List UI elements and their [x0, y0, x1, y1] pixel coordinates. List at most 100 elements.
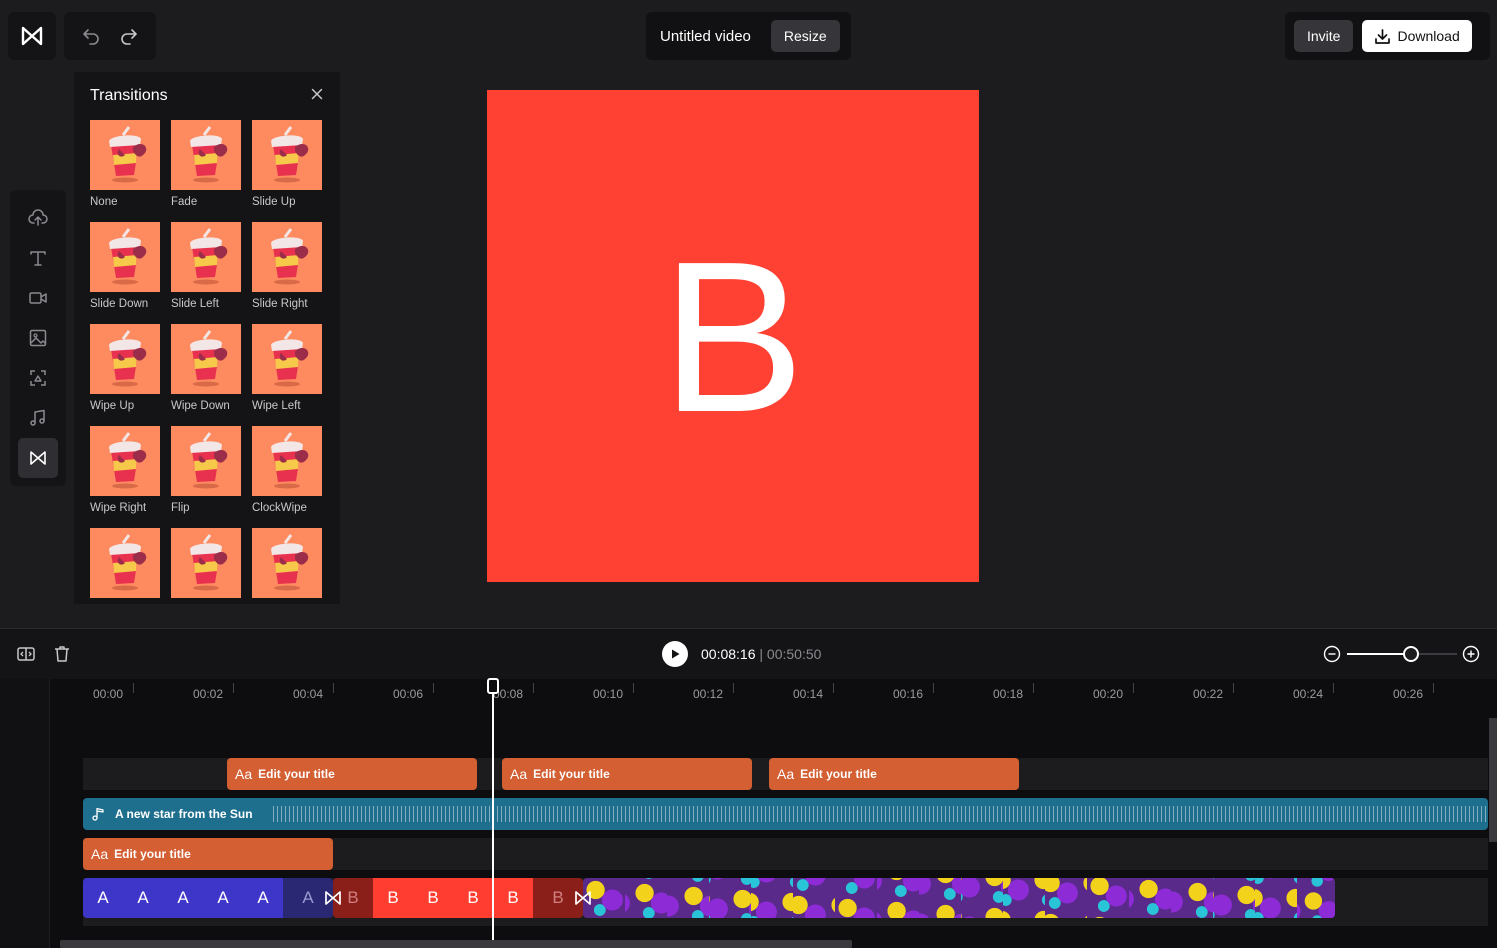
- transition-label: Slide Down: [90, 298, 149, 310]
- transition-tile[interactable]: Flip: [171, 426, 241, 528]
- zoom-slider-handle[interactable]: [1402, 646, 1419, 662]
- audio-clip[interactable]: A new star from the Sun: [83, 798, 1488, 830]
- transition-label: Slide Right: [252, 298, 308, 310]
- transition-marker[interactable]: [573, 878, 593, 918]
- transition-icon: [325, 891, 341, 905]
- transition-tile[interactable]: Fade: [171, 120, 241, 222]
- elements-icon: [30, 370, 46, 386]
- transition-label: None: [90, 196, 118, 208]
- project-title[interactable]: Untitled video: [660, 28, 751, 45]
- clip-frame: B: [493, 878, 533, 918]
- tool-text[interactable]: [18, 238, 58, 278]
- clip-frame: [919, 878, 961, 918]
- transitions-icon: [30, 451, 46, 465]
- trash-icon: [55, 646, 69, 662]
- zoom-in-icon: [1462, 645, 1480, 663]
- title-clip[interactable]: Aa Edit your title: [227, 758, 477, 790]
- transition-label: Wipe Up: [90, 400, 135, 412]
- invite-button[interactable]: Invite: [1294, 20, 1354, 52]
- ruler-label: 00:18: [993, 687, 1024, 701]
- title-clip[interactable]: Aa Edit your title: [769, 758, 1019, 790]
- timeline-horizontal-scrollbar[interactable]: [60, 940, 852, 948]
- ruler-tick: [933, 683, 934, 693]
- ruler-label: 00:14: [793, 687, 824, 701]
- transition-thumbnail: [90, 324, 160, 394]
- play-button[interactable]: [662, 641, 688, 667]
- transition-thumbnail: [171, 222, 241, 292]
- timeline-vertical-scrollbar[interactable]: [1489, 718, 1497, 842]
- transition-label: Slide Left: [171, 298, 219, 310]
- transition-thumbnail: [171, 528, 241, 598]
- resize-button[interactable]: Resize: [770, 20, 840, 52]
- video-clip-balls[interactable]: [583, 878, 1335, 918]
- ruler-label: 00:02: [193, 687, 224, 701]
- transition-tile[interactable]: Wipe Up: [90, 324, 160, 426]
- video-canvas[interactable]: B: [487, 90, 979, 582]
- tool-image[interactable]: [18, 318, 58, 358]
- title-clip[interactable]: Aa Edit your title: [83, 838, 333, 870]
- transition-tile[interactable]: None: [90, 120, 160, 222]
- clip-frame: [1171, 878, 1213, 918]
- close-panel-button[interactable]: [310, 87, 324, 106]
- undo-button[interactable]: [75, 20, 107, 52]
- tool-music[interactable]: [18, 398, 58, 438]
- time-ruler[interactable]: 00:00 00:02 00:04 00:06 00:08 00:10 00:12 00:14…: [83, 679, 1497, 709]
- transition-tile[interactable]: Wipe Left: [252, 324, 322, 426]
- app-logo-button[interactable]: [8, 12, 56, 60]
- transition-label: Slide Up: [252, 196, 296, 208]
- clip-frame: [877, 878, 919, 918]
- split-button[interactable]: [16, 644, 36, 669]
- video-clip-a[interactable]: A A A A A A: [83, 878, 333, 918]
- zoom-out-button[interactable]: [1323, 645, 1341, 668]
- timeline-gutter: [0, 679, 50, 948]
- total-duration: 00:50:50: [766, 646, 822, 662]
- split-icon: [17, 647, 35, 661]
- text-icon: [30, 251, 46, 266]
- playhead-line: [492, 679, 494, 948]
- transition-tile[interactable]: Slide Up: [252, 120, 322, 222]
- transition-tile[interactable]: Slide Left: [171, 222, 241, 324]
- tool-upload[interactable]: [18, 198, 58, 238]
- transition-icon: [575, 891, 591, 905]
- clip-frame: [1003, 878, 1045, 918]
- clip-frame: B: [453, 878, 493, 918]
- clip-frame: [1297, 878, 1335, 918]
- transition-thumbnail: [90, 222, 160, 292]
- download-icon: [1375, 28, 1391, 44]
- transition-tile[interactable]: ClockWipe: [252, 426, 322, 528]
- download-button[interactable]: Download: [1362, 20, 1472, 52]
- transition-tile[interactable]: Wipe Right: [90, 426, 160, 528]
- transition-tile[interactable]: Rectangle: [252, 528, 322, 604]
- canvas-text[interactable]: B: [661, 229, 804, 444]
- transition-tile[interactable]: Wipe Down: [171, 324, 241, 426]
- title-clip[interactable]: Aa Edit your title: [502, 758, 752, 790]
- transition-tile[interactable]: Slide Right: [252, 222, 322, 324]
- redo-button[interactable]: [113, 20, 145, 52]
- transition-thumbnail: [252, 120, 322, 190]
- clip-frame: [793, 878, 835, 918]
- tool-elements[interactable]: [18, 358, 58, 398]
- time-display: 00:08:16 | 00:50:50: [701, 646, 821, 662]
- delete-button[interactable]: [52, 644, 72, 669]
- transition-tile[interactable]: Slide Down: [90, 222, 160, 324]
- transition-marker[interactable]: [323, 878, 343, 918]
- zoom-slider[interactable]: [1347, 646, 1457, 662]
- transition-thumbnail: [171, 324, 241, 394]
- transition-tile[interactable]: Star: [90, 528, 160, 604]
- text-clip-icon: Aa: [91, 846, 109, 862]
- tool-video[interactable]: [18, 278, 58, 318]
- video-clip-b[interactable]: B B B B B B: [333, 878, 583, 918]
- current-time: 00:08:16: [701, 646, 756, 662]
- music-icon: [30, 409, 45, 426]
- image-icon: [29, 329, 47, 347]
- transition-tile[interactable]: Circle: [171, 528, 241, 604]
- history-controls: [64, 12, 156, 60]
- ruler-tick: [833, 683, 834, 693]
- tool-transitions[interactable]: [18, 438, 58, 478]
- video-track: A A A A A A B B B B B B: [83, 878, 1335, 918]
- share-controls: Invite Download: [1285, 12, 1490, 60]
- playhead-handle[interactable]: [487, 678, 499, 694]
- upload-icon: [28, 209, 48, 226]
- video-icon: [29, 292, 47, 304]
- zoom-in-button[interactable]: [1462, 645, 1480, 668]
